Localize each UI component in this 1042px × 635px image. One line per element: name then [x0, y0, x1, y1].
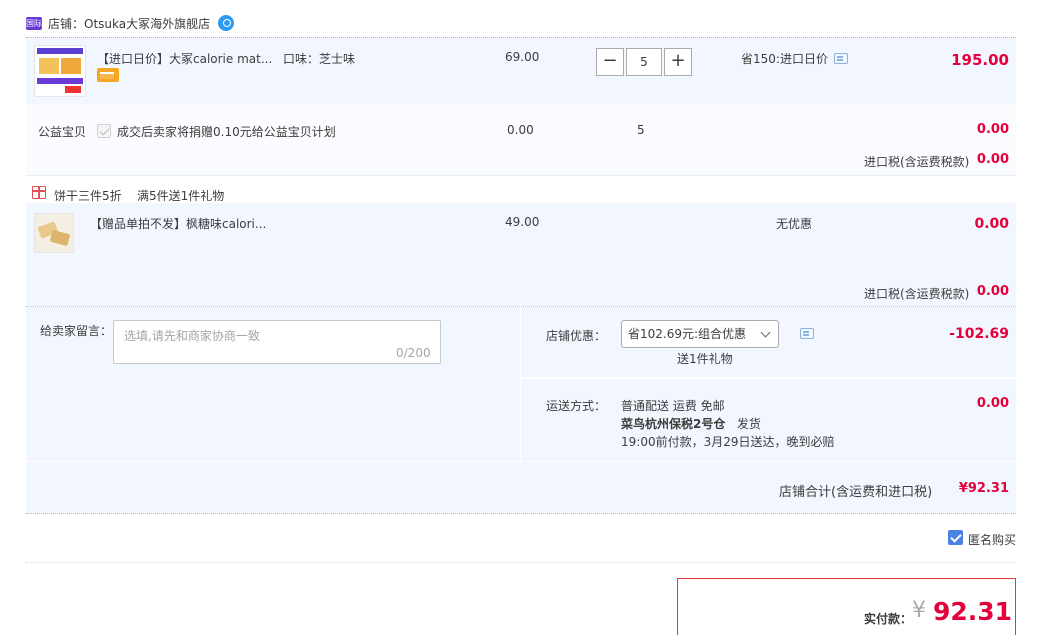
divider — [26, 175, 1016, 176]
product-thumbnail[interactable] — [34, 213, 74, 253]
payment-currency: ¥ — [912, 598, 926, 623]
shipping-label: 运送方式： — [546, 399, 607, 413]
message-icon[interactable] — [833, 53, 848, 64]
coupon-gift-note: 送1件礼物 — [677, 352, 733, 366]
item1-promo: 省150:进口日价 — [741, 50, 848, 67]
wangwang-chat-icon[interactable] — [218, 15, 235, 31]
quantity-plus-button[interactable]: + — [664, 48, 692, 76]
global-shop-badge: 国际 — [26, 16, 42, 30]
charity-checkbox — [97, 124, 111, 138]
coupon-label: 店铺优惠： — [546, 329, 607, 343]
note-label: 给卖家留言： — [40, 324, 113, 338]
item2-subtotal: 0.00 — [974, 216, 1009, 232]
charity-quantity: 5 — [637, 123, 645, 137]
divider — [26, 513, 1016, 514]
shipping-dispatch: 发货 — [736, 417, 761, 431]
shop-header: 国际 店铺：Otsuka大冢海外旗舰店 — [26, 12, 235, 34]
shop-name[interactable]: 店铺：Otsuka大冢海外旗舰店 — [48, 15, 210, 32]
item1-subtotal: 195.00 — [951, 51, 1009, 69]
charity-text: 成交后卖家将捐赠0.10元给公益宝贝计划 — [117, 125, 336, 139]
shipping-value: 0.00 — [976, 396, 1009, 411]
import-tax-label: 进口税(含运费税款) — [864, 155, 970, 169]
shipping-eta: 19:00前付款，3月29日送达，晚到必赔 — [621, 435, 835, 449]
import-tax-label: 进口税(含运费税款) — [864, 287, 970, 301]
import-card-icon — [97, 68, 119, 82]
shipping-warehouse: 菜鸟杭州保税2号仓 — [621, 417, 726, 431]
item1-row — [26, 38, 1016, 104]
anonymous-label[interactable]: 匿名购买 — [968, 531, 1016, 548]
quantity-stepper: − 5 + — [596, 48, 692, 76]
item1-promo-text: 省150:进口日价 — [741, 52, 828, 66]
import-tax-value: 0.00 — [976, 152, 1009, 167]
charity-price: 0.00 — [507, 123, 534, 137]
shop-total-value: ¥92.31 — [958, 481, 1009, 496]
quantity-input[interactable]: 5 — [626, 48, 662, 76]
coupon-select[interactable]: 省102.69元:组合优惠 — [621, 320, 779, 348]
coupon-selected-value: 省102.69元:组合优惠 — [628, 327, 747, 341]
item1-price: 69.00 — [505, 50, 540, 64]
shipping-method: 普通配送 运费 免邮 — [621, 399, 725, 413]
chevron-down-icon — [760, 327, 771, 338]
message-icon[interactable] — [800, 328, 814, 339]
gift-icon — [32, 186, 46, 199]
shop-total-label: 店铺合计(含运费和进口税) — [779, 485, 933, 500]
charity-label: 公益宝贝 — [38, 125, 87, 139]
item1-sku: 口味：芝士味 — [283, 52, 356, 66]
quantity-minus-button[interactable]: − — [596, 48, 624, 76]
charity-subtotal: 0.00 — [976, 122, 1009, 137]
divider — [26, 562, 1016, 563]
product-thumbnail[interactable] — [34, 45, 86, 97]
shipping-warehouse-line: 菜鸟杭州保税2号仓 发货 — [621, 415, 761, 432]
import-tax-value: 0.00 — [976, 284, 1009, 299]
item2-price: 49.00 — [505, 215, 540, 229]
payment-total: 92.31 — [933, 597, 1013, 626]
seller-note-counter: 0/200 — [396, 346, 431, 360]
item1-title[interactable]: 【进口日价】大冢calorie mat... — [97, 50, 272, 67]
gift-promo-tag: 饼干三件5折 — [54, 189, 122, 203]
seller-note-placeholder: 选填,请先和商家协商一致 — [124, 329, 260, 343]
anonymous-checkbox[interactable] — [948, 530, 963, 545]
payment-label: 实付款： — [864, 612, 913, 626]
gift-promo-rule: 满5件送1件礼物 — [137, 189, 225, 203]
item2-title[interactable]: 【赠品单拍不发】枫糖味calori... — [90, 215, 266, 232]
item2-promo: 无优惠 — [776, 217, 813, 231]
coupon-value: -102.69 — [949, 326, 1009, 342]
